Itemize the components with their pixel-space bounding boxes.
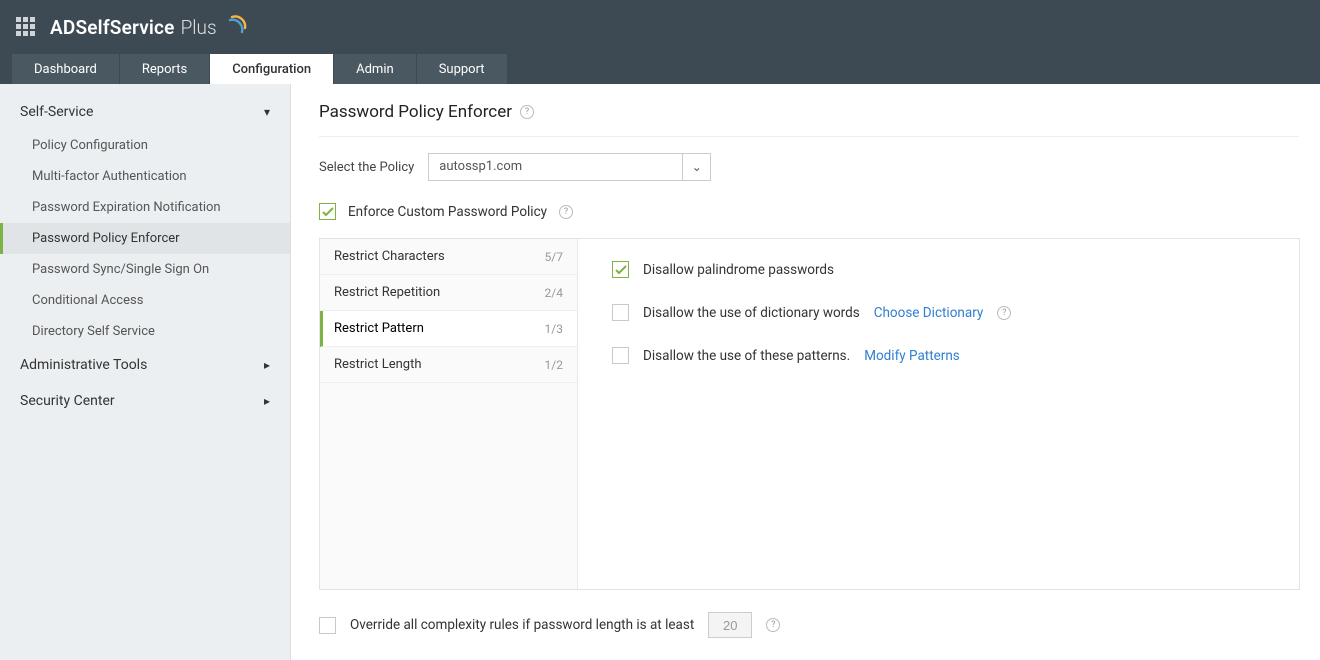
page-title-row: Password Policy Enforcer ?: [319, 102, 1299, 137]
tab-dashboard[interactable]: Dashboard: [12, 54, 119, 84]
policy-select[interactable]: autossp1.com ⌄: [428, 153, 711, 181]
policy-options: Disallow palindrome passwords Disallow t…: [578, 239, 1299, 589]
override-checkbox[interactable]: [319, 617, 336, 634]
ptab-restrict-length[interactable]: Restrict Length 1/2: [320, 347, 577, 383]
override-label: Override all complexity rules if passwor…: [350, 617, 694, 633]
chevron-down-icon: ⌄: [692, 160, 702, 174]
tab-admin[interactable]: Admin: [334, 54, 416, 84]
sidebar-section-label: Self-Service: [20, 104, 93, 120]
apps-grid-icon[interactable]: [16, 17, 36, 37]
ptab-restrict-pattern[interactable]: Restrict Pattern 1/3: [320, 311, 577, 347]
sidebar-section-admin-tools[interactable]: Administrative Tools: [0, 347, 290, 383]
sidebar-item-mfa[interactable]: Multi-factor Authentication: [0, 161, 290, 192]
sidebar-section-self-service[interactable]: Self-Service: [0, 94, 290, 130]
ptab-label: Restrict Length: [334, 357, 422, 372]
sidebar-item-directory-self-service[interactable]: Directory Self Service: [0, 316, 290, 347]
policy-area: Restrict Characters 5/7 Restrict Repetit…: [319, 238, 1300, 590]
topbar: ADSelfService Plus: [0, 0, 1320, 54]
override-length-input[interactable]: [708, 612, 752, 638]
ptab-label: Restrict Characters: [334, 249, 445, 264]
tab-support[interactable]: Support: [417, 54, 507, 84]
brand-suffix: Plus: [181, 16, 217, 39]
main-nav: Dashboard Reports Configuration Admin Su…: [0, 54, 1320, 84]
opt-patterns-checkbox[interactable]: [612, 347, 629, 364]
page-title: Password Policy Enforcer: [319, 102, 512, 122]
modify-patterns-link[interactable]: Modify Patterns: [864, 348, 960, 364]
ptab-count: 1/2: [545, 358, 563, 372]
policy-tab-list: Restrict Characters 5/7 Restrict Repetit…: [320, 239, 578, 589]
tab-configuration[interactable]: Configuration: [210, 54, 333, 84]
ptab-count: 2/4: [545, 286, 563, 300]
ptab-label: Restrict Pattern: [334, 321, 424, 336]
ptab-count: 1/3: [545, 322, 563, 336]
brand: ADSelfService Plus: [50, 14, 249, 40]
help-icon[interactable]: ?: [559, 205, 573, 219]
choose-dictionary-link[interactable]: Choose Dictionary: [874, 305, 984, 321]
sidebar: Self-Service Policy Configuration Multi-…: [0, 84, 291, 660]
sidebar-item-password-policy-enforcer[interactable]: Password Policy Enforcer: [0, 223, 290, 254]
opt-palindrome-label: Disallow palindrome passwords: [643, 262, 834, 278]
sidebar-item-policy-config[interactable]: Policy Configuration: [0, 130, 290, 161]
enforce-checkbox[interactable]: [319, 203, 336, 220]
policy-select-button[interactable]: ⌄: [683, 153, 711, 181]
select-policy-label: Select the Policy: [319, 160, 414, 175]
chevron-right-icon: [264, 357, 270, 373]
help-icon[interactable]: ?: [520, 105, 534, 119]
sidebar-section-label: Security Center: [20, 393, 115, 409]
chevron-down-icon: [264, 104, 270, 120]
enforce-row: Enforce Custom Password Policy ?: [319, 191, 1300, 238]
sidebar-item-password-expiration[interactable]: Password Expiration Notification: [0, 192, 290, 223]
chevron-right-icon: [264, 393, 270, 409]
brand-name: ADSelfService: [50, 16, 175, 39]
override-row: Override all complexity rules if passwor…: [319, 590, 1300, 638]
opt-palindrome: Disallow palindrome passwords: [612, 261, 1279, 278]
opt-palindrome-checkbox[interactable]: [612, 261, 629, 278]
ptab-count: 5/7: [545, 250, 563, 264]
opt-patterns: Disallow the use of these patterns. Modi…: [612, 347, 1279, 364]
opt-dictionary-label: Disallow the use of dictionary words: [643, 305, 860, 321]
opt-dictionary: Disallow the use of dictionary words Cho…: [612, 304, 1279, 321]
opt-patterns-label: Disallow the use of these patterns.: [643, 348, 850, 364]
enforce-label: Enforce Custom Password Policy: [348, 204, 547, 220]
sidebar-section-label: Administrative Tools: [20, 357, 147, 373]
tab-reports[interactable]: Reports: [120, 54, 209, 84]
select-policy-row: Select the Policy autossp1.com ⌄: [319, 137, 1300, 191]
help-icon[interactable]: ?: [766, 618, 780, 632]
help-icon[interactable]: ?: [997, 306, 1011, 320]
policy-select-value: autossp1.com: [428, 153, 683, 181]
sidebar-section-security-center[interactable]: Security Center: [0, 383, 290, 419]
sidebar-item-conditional-access[interactable]: Conditional Access: [0, 285, 290, 316]
ptab-label: Restrict Repetition: [334, 285, 440, 300]
sidebar-item-password-sync[interactable]: Password Sync/Single Sign On: [0, 254, 290, 285]
ptab-restrict-repetition[interactable]: Restrict Repetition 2/4: [320, 275, 577, 311]
ptab-restrict-characters[interactable]: Restrict Characters 5/7: [320, 239, 577, 275]
brand-arc-icon: [227, 14, 249, 40]
opt-dictionary-checkbox[interactable]: [612, 304, 629, 321]
